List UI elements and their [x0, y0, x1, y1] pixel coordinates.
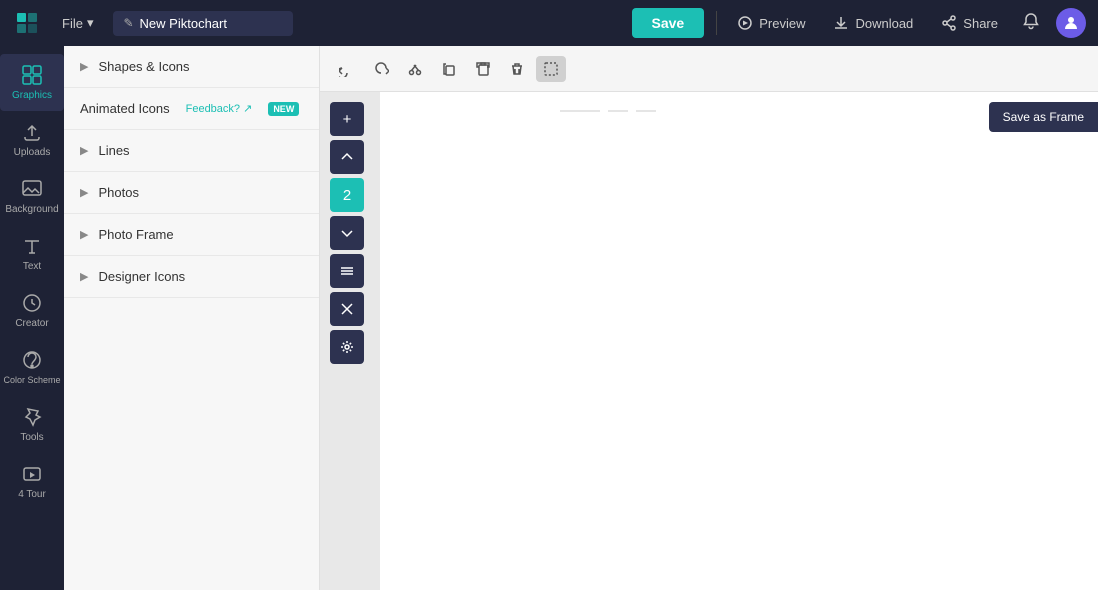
canvas-wrapper: + 2 [320, 46, 1098, 590]
close-canvas-button[interactable] [330, 292, 364, 326]
sidebar-item-creator[interactable]: Creator [0, 282, 64, 339]
sidebar-color-label: Color Scheme [3, 375, 60, 386]
header-divider [716, 11, 717, 35]
save-as-frame-button[interactable]: Save as Frame [989, 102, 1098, 132]
notifications-button[interactable] [1018, 8, 1044, 39]
canvas-tools: + 2 [330, 102, 364, 364]
sidebar-item-text[interactable]: Text [0, 225, 64, 282]
canvas-drawing-area[interactable]: Save as Frame [380, 92, 1098, 590]
ruler-guides [560, 110, 656, 112]
main-area: Graphics Uploads Background Text [0, 46, 1098, 590]
expand-up-button[interactable] [330, 140, 364, 174]
save-button[interactable]: Save [632, 8, 705, 38]
slide-number-button[interactable]: 2 [330, 178, 364, 212]
redo-button[interactable] [366, 56, 396, 82]
sidebar-panel: ▶ Shapes & Icons Animated Icons Feedback… [64, 46, 320, 590]
avatar[interactable] [1056, 8, 1086, 38]
arrow-icon: ▶ [80, 144, 88, 157]
download-button[interactable]: Download [825, 11, 921, 35]
cursor-position [480, 247, 488, 255]
feedback-link[interactable]: Feedback? ↗ [186, 102, 253, 115]
header: File ▾ ✎ New Piktochart Save Preview Dow… [0, 0, 1098, 46]
preview-button[interactable]: Preview [729, 11, 813, 35]
add-slide-button[interactable]: + [330, 102, 364, 136]
logo[interactable] [12, 8, 42, 38]
pencil-icon: ✎ [123, 16, 133, 30]
arrow-icon: ▶ [80, 228, 88, 241]
sidebar-item-graphics[interactable]: Graphics [0, 54, 64, 111]
paste-button[interactable] [468, 56, 498, 82]
share-button[interactable]: Share [933, 11, 1006, 35]
canvas-content[interactable]: + 2 [320, 92, 1098, 590]
panel-item-animated-icons[interactable]: Animated Icons Feedback? ↗ NEW [64, 88, 319, 130]
canvas-settings-button[interactable] [330, 330, 364, 364]
expand-down-button[interactable] [330, 216, 364, 250]
select-button[interactable] [536, 56, 566, 82]
sidebar-item-color-scheme[interactable]: Color Scheme [0, 339, 64, 396]
arrow-icon: ▶ [80, 60, 88, 73]
align-button[interactable] [330, 254, 364, 288]
sidebar-item-tools[interactable]: Tools [0, 396, 64, 453]
arrow-icon: ▶ [80, 186, 88, 199]
arrow-icon: ▶ [80, 270, 88, 283]
sidebar-icons: Graphics Uploads Background Text [0, 46, 64, 590]
sidebar-item-tour[interactable]: 4 Tour [0, 453, 64, 510]
document-title-input[interactable]: ✎ New Piktochart [113, 11, 293, 36]
panel-item-lines[interactable]: ▶ Lines [64, 130, 319, 172]
app-container: File ▾ ✎ New Piktochart Save Preview Dow… [0, 0, 1098, 590]
sidebar-item-background[interactable]: Background [0, 168, 64, 225]
delete-button[interactable] [502, 56, 532, 82]
toolbar-row [320, 46, 1098, 92]
panel-item-photo-frame[interactable]: ▶ Photo Frame [64, 214, 319, 256]
copy-button[interactable] [434, 56, 464, 82]
panel-item-designer-icons[interactable]: ▶ Designer Icons [64, 256, 319, 298]
panel-item-shapes-icons[interactable]: ▶ Shapes & Icons [64, 46, 319, 88]
sidebar-item-uploads[interactable]: Uploads [0, 111, 64, 168]
new-badge: NEW [268, 102, 299, 116]
file-menu-button[interactable]: File ▾ [54, 11, 101, 35]
cut-button[interactable] [400, 56, 430, 82]
panel-item-photos[interactable]: ▶ Photos [64, 172, 319, 214]
undo-button[interactable] [332, 56, 362, 82]
